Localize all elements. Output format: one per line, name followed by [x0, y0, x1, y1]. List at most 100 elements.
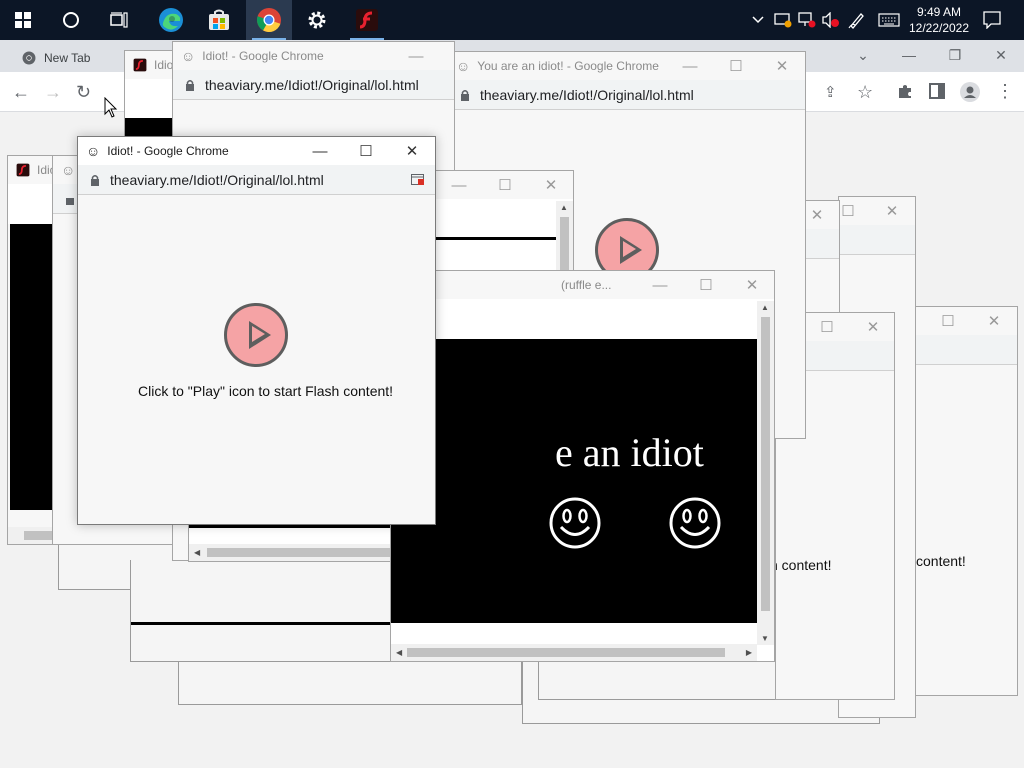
minimize-icon: —	[652, 276, 668, 294]
minimize-button[interactable]: —	[667, 52, 713, 80]
settings-taskbar-button[interactable]	[294, 0, 340, 40]
tray-network-2[interactable]	[796, 0, 818, 40]
start-button[interactable]	[0, 0, 46, 40]
window-ruffle[interactable]: (ruffle e... — ☐ ✕ e an idiot ▲ ▼ ◀ ▶	[390, 270, 775, 662]
chevron-up-icon	[752, 16, 764, 24]
forward-arrow-icon: →	[44, 82, 62, 102]
store-taskbar-button[interactable]	[196, 0, 242, 40]
avatar-icon	[960, 82, 980, 102]
tray-keyboard[interactable]	[876, 0, 902, 40]
window-title: You are an idiot! - Google Chrome	[477, 59, 659, 73]
bookmark-button[interactable]: ☆	[857, 83, 873, 101]
maximize-icon: ☐	[729, 58, 743, 75]
maximize-button[interactable]: ☐	[839, 197, 871, 225]
maximize-icon: ☐	[498, 177, 512, 194]
maximize-button[interactable]: ☐	[482, 171, 528, 199]
vertical-scrollbar[interactable]: ▲ ▼	[757, 301, 774, 645]
minimize-icon: —	[682, 57, 698, 75]
window-title: Idiot! - Google Chrome	[107, 144, 229, 158]
smiley-face-icon	[669, 497, 721, 549]
notification-icon	[983, 11, 1001, 29]
close-button[interactable]: ✕	[528, 171, 573, 199]
maximize-button[interactable]: ☐	[713, 52, 759, 80]
maximize-icon: ☐	[841, 203, 855, 220]
maximize-button[interactable]: ☐	[683, 271, 729, 299]
search-button[interactable]	[48, 0, 94, 40]
maximize-button[interactable]: ☐	[343, 137, 389, 165]
close-button[interactable]: ✕	[729, 271, 774, 299]
window-title: Idiot! - Google Chrome	[202, 49, 324, 63]
minimize-button[interactable]: —	[393, 42, 439, 70]
task-view-button[interactable]	[96, 0, 142, 40]
restore-icon: ❐	[948, 46, 962, 63]
maximize-button[interactable]: ☐	[804, 313, 850, 341]
close-button[interactable]: ✕	[978, 40, 1024, 70]
ghost-window	[130, 560, 392, 662]
maximize-icon: ☐	[699, 277, 713, 294]
close-button[interactable]: ✕	[759, 52, 805, 80]
edge-taskbar-button[interactable]	[148, 0, 194, 40]
smiley-icon: ☺	[61, 162, 76, 178]
reload-button[interactable]: ↻	[76, 83, 91, 101]
window-front-idiot[interactable]: ☺ Idiot! - Google Chrome — ☐ ✕ theaviary…	[77, 136, 436, 525]
tray-network-1[interactable]	[772, 0, 794, 40]
action-center-button[interactable]	[980, 0, 1004, 40]
back-button[interactable]: ←	[12, 83, 30, 101]
tab-search-button[interactable]: ⌄	[840, 40, 886, 70]
chrome-taskbar-button[interactable]	[246, 0, 292, 40]
edge-icon	[159, 8, 183, 32]
clock[interactable]: 9:49 AM 12/22/2022	[902, 4, 976, 36]
close-icon: ✕	[987, 313, 1001, 330]
extensions-button[interactable]	[897, 83, 913, 102]
minimize-icon: —	[451, 176, 467, 194]
flash-icon	[356, 9, 378, 31]
flash-taskbar-button[interactable]	[344, 0, 390, 40]
maximize-icon: ☐	[941, 313, 955, 330]
kebab-menu-icon: ⋮	[996, 81, 1014, 101]
play-button[interactable]	[224, 303, 288, 367]
close-button[interactable]: ✕	[850, 313, 894, 341]
lock-icon	[461, 89, 469, 101]
minimize-button[interactable]: —	[886, 40, 932, 70]
horizontal-scrollbar[interactable]: ◀ ▶	[391, 644, 757, 661]
close-icon: ✕	[995, 46, 1007, 63]
close-icon: ✕	[544, 177, 558, 194]
close-button[interactable]: ✕	[869, 197, 915, 225]
side-panel-button[interactable]	[929, 83, 945, 102]
clock-time: 9:49 AM	[916, 5, 962, 19]
maximize-icon: ☐	[820, 319, 834, 336]
scroll-right-icon: ▶	[745, 648, 752, 657]
flash-message: sh content!	[776, 557, 832, 573]
pen-icon	[848, 13, 864, 29]
menu-button[interactable]: ⋮	[996, 82, 1014, 100]
tray-pen[interactable]	[846, 0, 868, 40]
close-icon: ✕	[866, 319, 880, 336]
minimize-button[interactable]: —	[297, 137, 343, 165]
share-button[interactable]: ⇪	[824, 84, 837, 102]
flash-icon	[133, 58, 147, 72]
close-button[interactable]: ✕	[389, 137, 435, 165]
lock-icon	[91, 174, 99, 186]
taskbar: 9:49 AM 12/22/2022	[0, 0, 1024, 40]
forward-button[interactable]: →	[44, 83, 62, 101]
scroll-left-icon: ◀	[396, 648, 403, 657]
tray-overflow[interactable]	[748, 0, 768, 40]
star-icon: ☆	[857, 82, 874, 102]
address-bar	[839, 225, 915, 255]
store-icon	[209, 9, 229, 30]
popup-blocked-icon[interactable]	[411, 174, 425, 186]
restore-button[interactable]: ❐	[932, 40, 978, 70]
you-are-an-idiot-text: e an idiot	[555, 430, 704, 475]
profile-button[interactable]	[960, 82, 980, 105]
minimize-button[interactable]: —	[436, 171, 482, 199]
minimize-icon: —	[312, 142, 328, 160]
close-icon: ✕	[775, 58, 789, 75]
network-icon	[774, 13, 792, 28]
tray-volume[interactable]	[820, 0, 842, 40]
minimize-button[interactable]: —	[637, 271, 683, 299]
chrome-icon	[22, 51, 36, 65]
smiley-face-icon	[549, 497, 601, 549]
address-bar: theaviary.me/Idiot!/Original/lol.html	[173, 70, 454, 100]
close-button[interactable]: ✕	[971, 307, 1017, 335]
maximize-button[interactable]: ☐	[925, 307, 971, 335]
